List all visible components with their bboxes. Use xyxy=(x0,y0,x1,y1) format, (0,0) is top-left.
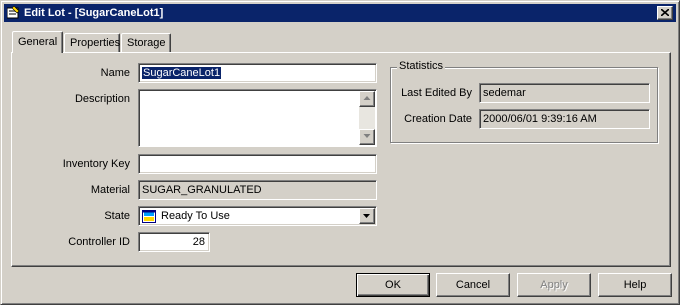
help-button-label: Help xyxy=(623,279,647,291)
cancel-button-label: Cancel xyxy=(455,279,491,291)
apply-button: Apply xyxy=(517,273,591,297)
tab-general[interactable]: General xyxy=(12,31,63,53)
tab-storage-label: Storage xyxy=(127,37,166,49)
tab-storage[interactable]: Storage xyxy=(121,33,171,53)
apply-button-label: Apply xyxy=(540,279,568,291)
cancel-button[interactable]: Cancel xyxy=(436,273,510,297)
title-bar[interactable]: Edit Lot - [SugarCaneLot1] xyxy=(4,4,676,22)
window-title: Edit Lot - [SugarCaneLot1] xyxy=(24,7,164,19)
tab-properties-label: Properties xyxy=(70,37,121,49)
ok-button-label: OK xyxy=(385,279,401,291)
lot-app-icon xyxy=(7,6,20,19)
tab-general-label: General xyxy=(18,36,58,48)
tab-properties[interactable]: Properties xyxy=(64,33,120,53)
edit-lot-dialog: Edit Lot - [SugarCaneLot1] General Prope… xyxy=(0,0,680,305)
help-button[interactable]: Help xyxy=(598,273,672,297)
ok-button[interactable]: OK xyxy=(356,273,430,297)
general-tab-panel xyxy=(11,52,671,267)
close-icon xyxy=(661,9,669,16)
close-button[interactable] xyxy=(657,6,673,20)
